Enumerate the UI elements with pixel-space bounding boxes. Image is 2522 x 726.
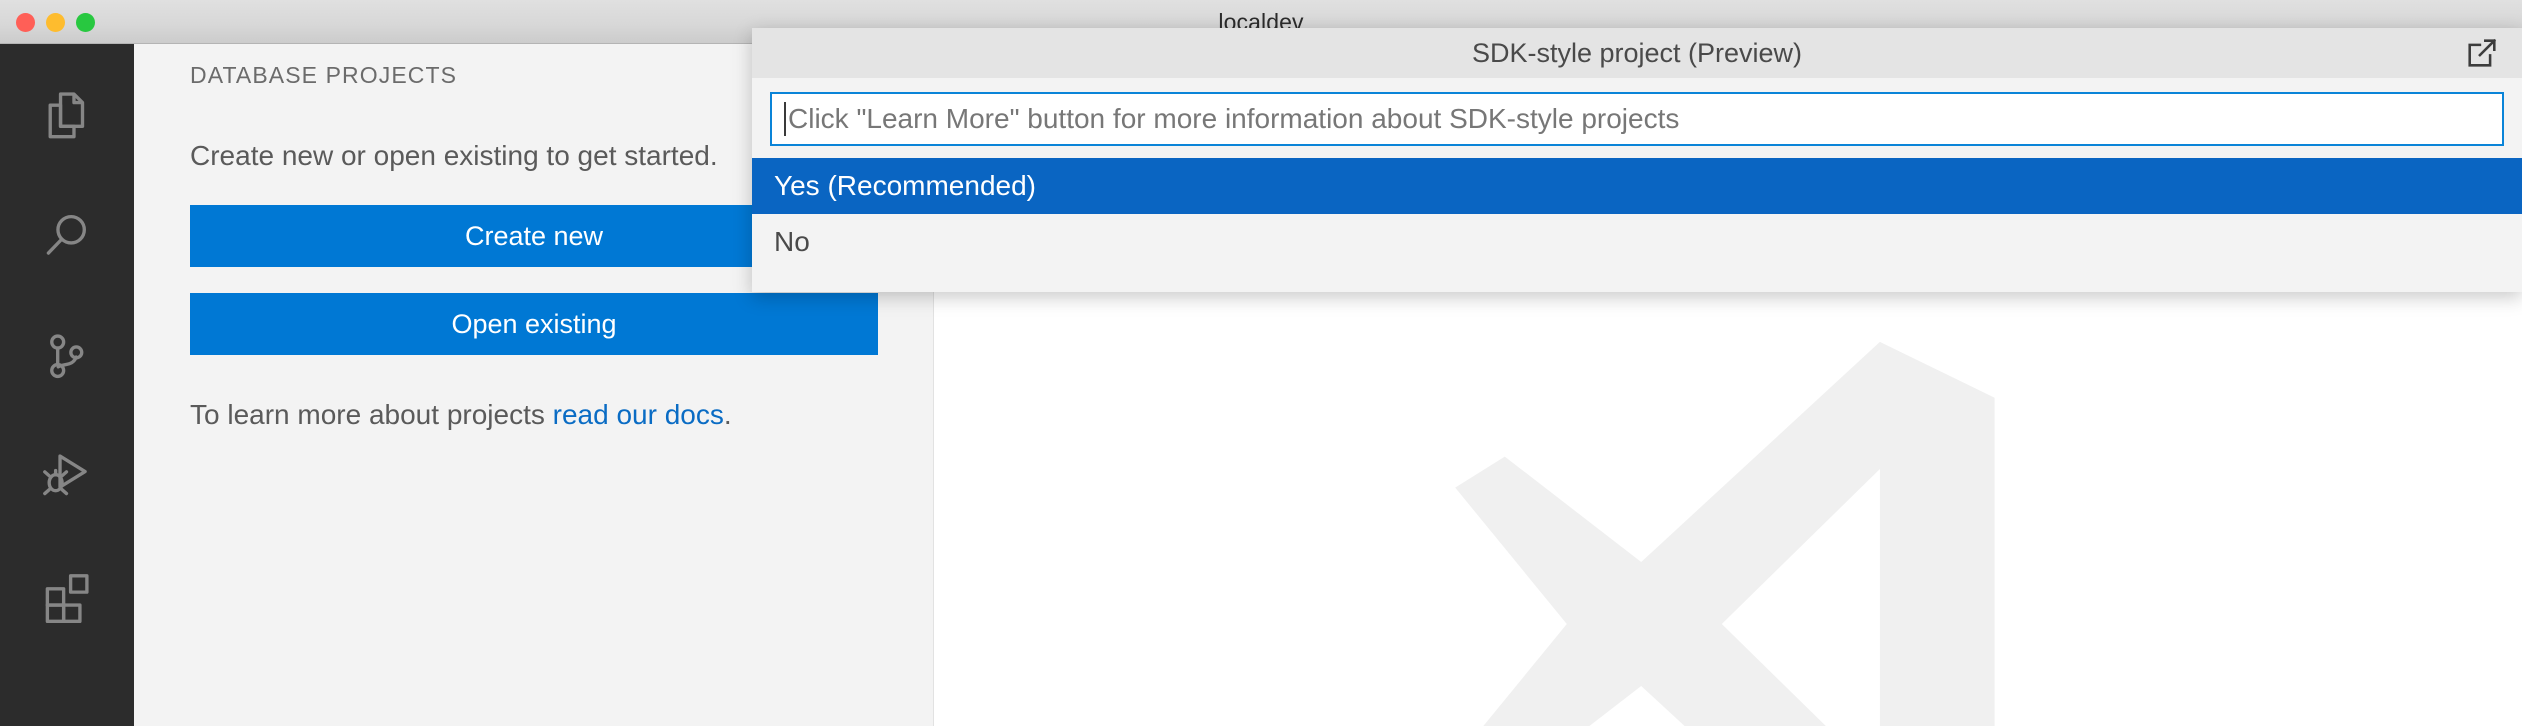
activity-bar-item-search[interactable] (0, 176, 134, 296)
explorer-icon (36, 85, 98, 147)
read-our-docs-link[interactable]: read our docs (553, 399, 724, 430)
quick-pick-input-placeholder: Click "Learn More" button for more infor… (788, 103, 1680, 134)
sidebar-footer: To learn more about projects read our do… (190, 391, 870, 438)
quick-pick-input-row: Click "Learn More" button for more infor… (752, 78, 2522, 158)
quick-pick-title: SDK-style project (Preview) (1471, 37, 1803, 68)
quick-pick-input[interactable]: Click "Learn More" button for more infor… (770, 92, 2504, 146)
search-icon (36, 205, 98, 267)
quick-pick-item-no[interactable]: No (752, 214, 2522, 270)
vscode-window: localdev DATABASE PROJECTS Create new or… (0, 0, 2522, 726)
quick-pick-list-padding (752, 270, 2522, 292)
vscode-logo-watermark (1408, 314, 2048, 726)
source-control-icon (36, 325, 98, 387)
sidebar-footer-text: To learn more about projects (190, 399, 553, 430)
quick-pick-dialog: SDK-style project (Preview) Click "Learn… (752, 28, 2522, 292)
run-and-debug-icon (36, 445, 98, 507)
sidebar-footer-text-end: . (723, 399, 732, 430)
text-caret (784, 102, 786, 136)
open-in-editor-button[interactable] (2458, 29, 2506, 77)
extensions-icon (36, 565, 98, 627)
quick-pick-list: Yes (Recommended) No (752, 158, 2522, 292)
external-link-icon (2464, 35, 2500, 71)
quick-pick-item-yes[interactable]: Yes (Recommended) (752, 158, 2522, 214)
activity-bar (0, 44, 134, 726)
activity-bar-item-explorer[interactable] (0, 56, 134, 176)
sidebar-title: DATABASE PROJECTS (190, 61, 458, 88)
activity-bar-item-source-control[interactable] (0, 296, 134, 416)
open-existing-button[interactable]: Open existing (190, 293, 878, 355)
activity-bar-item-extensions[interactable] (0, 536, 134, 656)
quick-pick-titlebar: SDK-style project (Preview) (752, 28, 2522, 78)
activity-bar-item-run-and-debug[interactable] (0, 416, 134, 536)
